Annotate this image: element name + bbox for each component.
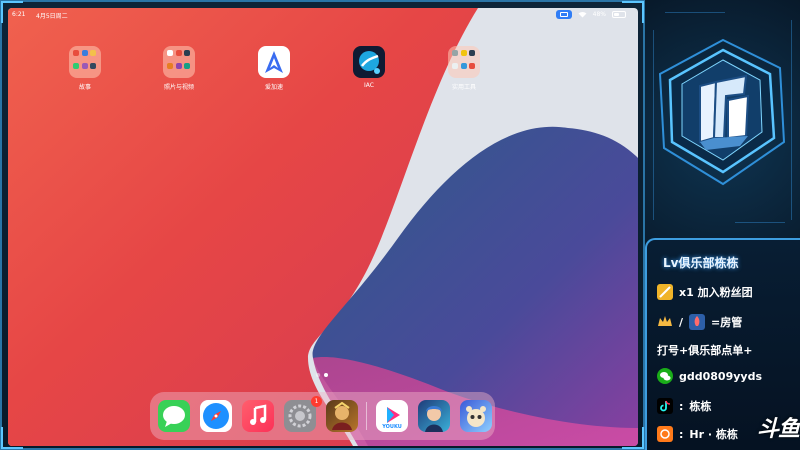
circuit-line — [791, 20, 792, 220]
status-time: 6:21 — [12, 11, 26, 18]
hr-row: : Hr · 栋栋 — [657, 426, 738, 442]
youku-label: YOUKU — [382, 424, 402, 430]
crown-icon — [657, 314, 673, 330]
messages-icon[interactable] — [158, 400, 190, 432]
rocket-icon — [689, 314, 706, 330]
wifi-icon — [578, 11, 587, 18]
app-utilities-folder[interactable]: 实用工具 — [439, 46, 489, 91]
room-admin-separator: / — [679, 315, 684, 329]
circuit-line — [735, 222, 785, 223]
music-icon[interactable] — [242, 400, 274, 432]
hr-prefix: : — [679, 427, 684, 441]
aijiasu-app-icon — [258, 46, 290, 78]
ipad-frame: 6:21 4月5日周二 48% 故事 照片与视频 爱加速 IAC 实用工具 1 … — [0, 0, 645, 450]
battery-level — [614, 13, 619, 16]
safari-icon[interactable] — [200, 400, 232, 432]
page-dot-current[interactable] — [324, 373, 328, 377]
circuit-line — [653, 30, 654, 220]
page-indicator[interactable] — [316, 373, 328, 377]
app-photos-videos-folder[interactable]: 照片与视频 — [154, 46, 204, 91]
game-character-icon[interactable] — [418, 400, 450, 432]
hr-name: Hr · 栋栋 — [689, 428, 738, 441]
app-label: 故事 — [78, 84, 91, 91]
tiktok-row: : 栋栋 — [657, 398, 711, 414]
folder-icon — [448, 46, 480, 78]
status-indicators: 48% — [555, 10, 626, 19]
app-label: 实用工具 — [451, 84, 476, 91]
app-iac[interactable]: IAC — [344, 46, 394, 89]
game-mascot-icon[interactable] — [460, 400, 492, 432]
iac-app-icon — [353, 46, 385, 78]
tiktok-icon — [657, 398, 673, 414]
settings-badge: 1 — [311, 396, 322, 407]
tiktok-prefix: : — [679, 399, 684, 413]
app-label: 爱加速 — [264, 84, 283, 91]
youku-icon[interactable]: YOUKU — [376, 400, 408, 432]
club-logo — [658, 38, 786, 186]
club-title: Lv俱乐部栋栋 — [663, 256, 739, 270]
wechat-id: gdd0809yyds — [679, 369, 762, 383]
tiktok-name: 栋栋 — [689, 400, 712, 413]
dock: 1 YOUKU — [150, 392, 495, 440]
app-label: 照片与视频 — [163, 84, 194, 91]
douyu-watermark: 斗鱼 — [757, 417, 800, 442]
dock-separator — [366, 402, 367, 430]
room-admin-text: =房管 — [711, 316, 743, 329]
ipad-home-screen: 6:21 4月5日周二 48% 故事 照片与视频 爱加速 IAC 实用工具 1 … — [8, 8, 638, 446]
fan-badge-icon — [657, 284, 673, 300]
club-order-row: 打号+俱乐部点单+ — [657, 342, 752, 358]
circuit-line — [665, 12, 725, 13]
game-icon[interactable] — [326, 400, 358, 432]
status-date: 4月5日周二 — [36, 13, 68, 20]
folder-icon — [69, 46, 101, 78]
app-aijiasu[interactable]: 爱加速 — [249, 46, 299, 91]
folder-icon — [163, 46, 195, 78]
wechat-row: gdd0809yyds — [657, 368, 762, 384]
platform-icon — [657, 426, 673, 442]
screen-mirroring-icon[interactable] — [555, 10, 572, 19]
wechat-icon — [657, 368, 673, 384]
room-admin-row: / =房管 — [657, 314, 742, 330]
stream-layout: 6:21 4月5日周二 48% 故事 照片与视频 爱加速 IAC 实用工具 1 … — [0, 0, 800, 450]
page-dot[interactable] — [316, 373, 320, 377]
status-bar: 6:21 4月5日周二 48% — [8, 8, 638, 22]
app-label: IAC — [364, 82, 374, 89]
battery-icon — [612, 11, 626, 18]
fan-group-row: x1 加入粉丝团 — [657, 284, 753, 300]
app-stories-folder[interactable]: 故事 — [60, 46, 110, 91]
club-order-text: 打号+俱乐部点单+ — [657, 344, 753, 357]
fan-group-text: x1 加入粉丝团 — [679, 286, 753, 299]
battery-percent: 48% — [592, 11, 606, 18]
